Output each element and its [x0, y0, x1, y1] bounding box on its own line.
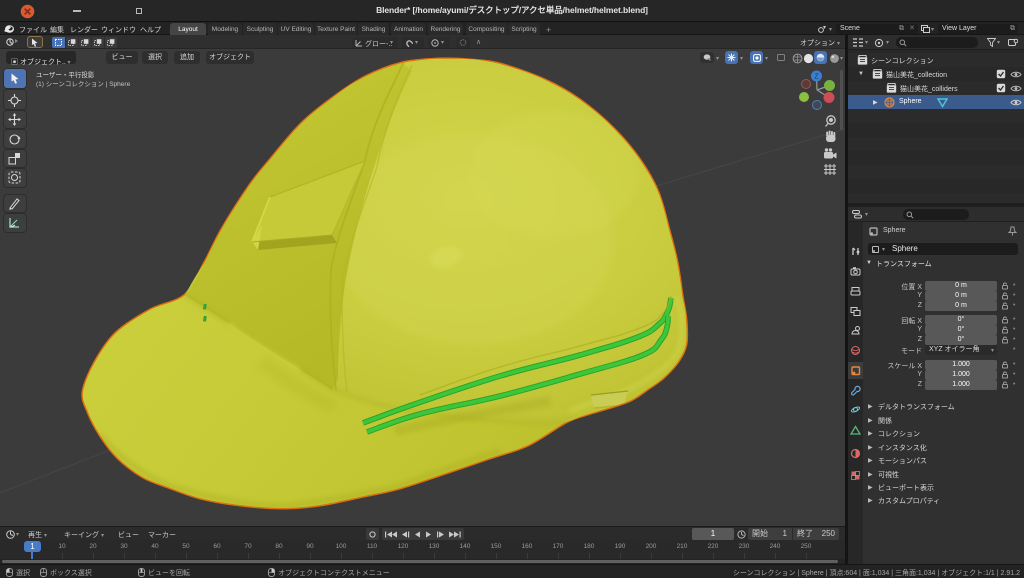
- svg-text:Z: Z: [814, 74, 819, 81]
